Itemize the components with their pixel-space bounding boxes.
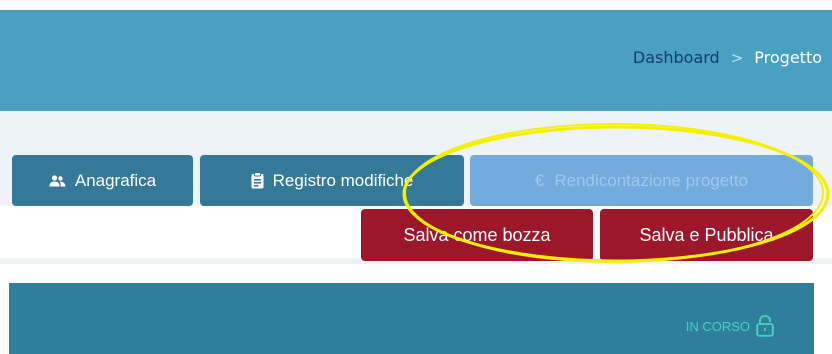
salva-come-bozza-label: Salva come bozza: [403, 224, 551, 245]
project-status-panel: IN CORSO: [9, 283, 814, 354]
unlock-icon: [756, 315, 774, 337]
rendicontazione-progetto-button[interactable]: € Rendicontazione progetto: [470, 155, 813, 206]
registro-modifiche-button[interactable]: Registro modifiche: [200, 155, 464, 206]
status-label: IN CORSO: [685, 318, 750, 334]
anagrafica-label: Anagrafica: [74, 170, 157, 190]
salva-come-bozza-button[interactable]: Salva come bozza: [361, 209, 593, 261]
rendicontazione-label: Rendicontazione progetto: [554, 170, 749, 190]
breadcrumb: Dashboard > Progetto: [633, 48, 822, 67]
breadcrumb-link-dashboard[interactable]: Dashboard: [633, 48, 720, 67]
salva-e-pubblica-button[interactable]: Salva e Pubblica: [600, 209, 813, 261]
users-icon: [49, 174, 66, 186]
anagrafica-button[interactable]: Anagrafica: [12, 155, 193, 206]
breadcrumb-separator: >: [730, 48, 744, 67]
status-badge: IN CORSO: [686, 315, 774, 337]
registro-modifiche-label: Registro modifiche: [272, 170, 414, 190]
euro-icon: €: [534, 170, 545, 190]
breadcrumb-current: Progetto: [754, 48, 822, 67]
clipboard-icon: [251, 172, 264, 189]
salva-e-pubblica-label: Salva e Pubblica: [639, 224, 774, 245]
page-header: Dashboard > Progetto: [0, 10, 832, 111]
